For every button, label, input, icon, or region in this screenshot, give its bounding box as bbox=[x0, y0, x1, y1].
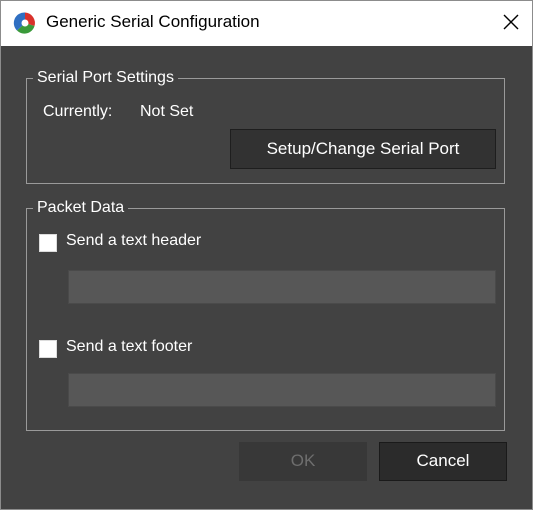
close-icon[interactable] bbox=[503, 14, 519, 30]
serial-port-settings-legend: Serial Port Settings bbox=[33, 67, 178, 89]
packet-data-legend: Packet Data bbox=[33, 197, 129, 219]
send-header-label[interactable]: Send a text header bbox=[66, 232, 201, 250]
currently-label: Currently: bbox=[43, 103, 113, 120]
window-title: Generic Serial Configuration bbox=[46, 12, 260, 31]
title-bar: Generic Serial Configuration bbox=[1, 1, 532, 46]
ok-button[interactable]: OK bbox=[239, 442, 367, 481]
packet-data-group: Packet Data Send a text header Send a te… bbox=[26, 197, 505, 431]
currently-value: Not Set bbox=[140, 103, 194, 120]
send-header-checkbox[interactable] bbox=[39, 234, 57, 252]
cancel-button[interactable]: Cancel bbox=[379, 442, 507, 481]
app-logo-icon bbox=[13, 11, 37, 35]
send-footer-label[interactable]: Send a text footer bbox=[66, 338, 192, 356]
close-button[interactable] bbox=[488, 1, 532, 46]
header-text-field[interactable] bbox=[68, 270, 496, 304]
dialog-window: Generic Serial Configuration Serial Port… bbox=[0, 0, 533, 510]
setup-serial-port-button[interactable]: Setup/Change Serial Port bbox=[230, 129, 496, 169]
footer-text-field[interactable] bbox=[68, 373, 496, 407]
serial-port-settings-group: Serial Port Settings Currently: Not Set … bbox=[26, 67, 505, 184]
send-footer-checkbox[interactable] bbox=[39, 340, 57, 358]
